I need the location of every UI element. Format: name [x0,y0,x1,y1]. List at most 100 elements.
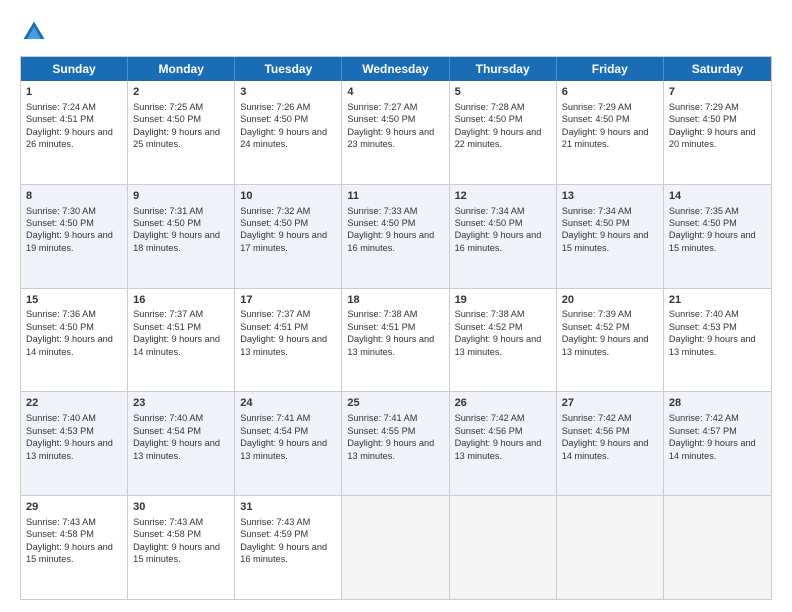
daylight-info: Daylight: 9 hours and 22 minutes. [455,127,542,149]
sunrise-info: Sunrise: 7:27 AM [347,102,417,112]
day-number: 19 [455,293,551,308]
day-cell-23: 23Sunrise: 7:40 AMSunset: 4:54 PMDayligh… [128,392,235,495]
day-cell-12: 12Sunrise: 7:34 AMSunset: 4:50 PMDayligh… [450,185,557,288]
sunset-info: Sunset: 4:54 PM [240,426,308,436]
sunset-info: Sunset: 4:50 PM [562,114,630,124]
sunset-info: Sunset: 4:51 PM [133,322,201,332]
daylight-info: Daylight: 9 hours and 16 minutes. [240,542,327,564]
day-cell-20: 20Sunrise: 7:39 AMSunset: 4:52 PMDayligh… [557,289,664,392]
day-cell-31: 31Sunrise: 7:43 AMSunset: 4:59 PMDayligh… [235,496,342,599]
cal-week-4: 22Sunrise: 7:40 AMSunset: 4:53 PMDayligh… [21,392,771,496]
day-number: 9 [133,189,229,204]
day-cell-13: 13Sunrise: 7:34 AMSunset: 4:50 PMDayligh… [557,185,664,288]
sunset-info: Sunset: 4:56 PM [562,426,630,436]
day-cell-16: 16Sunrise: 7:37 AM Sunset: 4:51 PM Dayligh… [128,289,235,392]
day-cell-8: 8Sunrise: 7:30 AMSunset: 4:50 PMDaylight… [21,185,128,288]
day-cell-26: 26Sunrise: 7:42 AMSunset: 4:56 PMDayligh… [450,392,557,495]
empty-cell [664,496,771,599]
sunrise-info: Sunrise: 7:31 AM [133,206,203,216]
day-number: 24 [240,396,336,411]
sunrise-info: Sunrise: 7:36 AM [26,309,96,319]
daylight-info: Daylight: 9 hours and 13 minutes. [240,438,327,460]
daylight-info: Daylight: 9 hours and 25 minutes. [133,127,220,149]
sunset-info: Sunset: 4:50 PM [455,114,523,124]
empty-cell [342,496,449,599]
daylight-info: Daylight: 9 hours and 26 minutes. [26,127,113,149]
sunset-info: Sunset: 4:50 PM [347,114,415,124]
weekday-header-wednesday: Wednesday [342,57,449,81]
sunrise-info: Sunrise: 7:41 AM [347,413,417,423]
day-number: 18 [347,293,443,308]
sunrise-info: Sunrise: 7:34 AM [455,206,525,216]
day-cell-5: 5Sunrise: 7:28 AMSunset: 4:50 PMDaylight… [450,81,557,184]
day-number: 5 [455,85,551,100]
calendar: SundayMondayTuesdayWednesdayThursdayFrid… [20,56,772,600]
sunset-info: Sunset: 4:59 PM [240,529,308,539]
sunset-info: Sunset: 4:51 PM [240,322,308,332]
logo [20,18,52,46]
day-cell-18: 18Sunrise: 7:38 AMSunset: 4:51 PMDayligh… [342,289,449,392]
sunset-info: Sunset: 4:50 PM [26,218,94,228]
sunrise-info: Sunrise: 7:39 AM [562,309,632,319]
day-cell-11: 11Sunrise: 7:33 AMSunset: 4:50 PMDayligh… [342,185,449,288]
day-cell-9: 9Sunrise: 7:31 AMSunset: 4:50 PMDaylight… [128,185,235,288]
sunrise-info: Sunrise: 7:42 AM [562,413,632,423]
sunrise-info: Sunrise: 7:42 AM [455,413,525,423]
daylight-info: Daylight: 9 hours and 23 minutes. [347,127,434,149]
day-number: 23 [133,396,229,411]
sunrise-info: Sunrise: 7:34 AM [562,206,632,216]
daylight-info: Daylight: 9 hours and 13 minutes. [347,438,434,460]
empty-cell [450,496,557,599]
day-number: 14 [669,189,766,204]
daylight-info: Daylight: 9 hours and 14 minutes. [133,334,220,356]
day-cell-7: 7 Sunrise: 7:29 AM Sunset: 4:50 PM Daylight… [664,81,771,184]
daylight-info: Daylight: 9 hours and 19 minutes. [26,230,113,252]
empty-cell [557,496,664,599]
day-number: 26 [455,396,551,411]
day-cell-1: 1 Sunrise: 7:24 AM Sunset: 4:51 PM Daylight… [21,81,128,184]
daylight-info: Daylight: 9 hours and 20 minutes. [669,127,756,149]
weekday-header-friday: Friday [557,57,664,81]
sunrise-info: Sunrise: 7:30 AM [26,206,96,216]
sunrise-info: Sunrise: 7:42 AM [669,413,739,423]
day-number: 4 [347,85,443,100]
sunrise-info: Sunrise: 7:37 AM [133,309,203,319]
sunrise-info: Sunrise: 7:33 AM [347,206,417,216]
day-number: 31 [240,500,336,515]
day-cell-15: 15Sunrise: 7:36 AMSunset: 4:50 PMDayligh… [21,289,128,392]
sunrise-info: Sunrise: 7:26 AM [240,102,310,112]
sunrise-info: Sunrise: 7:43 AM [133,517,203,527]
sunset-info: Sunset: 4:50 PM [669,218,737,228]
daylight-info: Daylight: 9 hours and 15 minutes. [562,230,649,252]
sunrise-info: Sunrise: 7:29 AM [669,102,739,112]
day-number: 13 [562,189,658,204]
day-number: 6 [562,85,658,100]
sunrise-info: Sunrise: 7:40 AM [133,413,203,423]
day-number: 1 [26,85,122,100]
page: SundayMondayTuesdayWednesdayThursdayFrid… [0,0,792,612]
day-number: 16 [133,293,229,308]
sunset-info: Sunset: 4:55 PM [347,426,415,436]
sunset-info: Sunset: 4:50 PM [455,218,523,228]
day-number: 15 [26,293,122,308]
day-number: 30 [133,500,229,515]
sunrise-info: Sunrise: 7:37 AM [240,309,310,319]
daylight-info: Daylight: 9 hours and 18 minutes. [133,230,220,252]
day-number: 21 [669,293,766,308]
daylight-info: Daylight: 9 hours and 16 minutes. [455,230,542,252]
sunrise-info: Sunrise: 7:41 AM [240,413,310,423]
sunrise-info: Sunrise: 7:24 AM [26,102,96,112]
sunset-info: Sunset: 4:51 PM [26,114,94,124]
sunset-info: Sunset: 4:51 PM [347,322,415,332]
day-number: 17 [240,293,336,308]
daylight-info: Daylight: 9 hours and 14 minutes. [669,438,756,460]
sunset-info: Sunset: 4:50 PM [240,114,308,124]
daylight-info: Daylight: 9 hours and 13 minutes. [562,334,649,356]
sunrise-info: Sunrise: 7:38 AM [455,309,525,319]
day-cell-22: 22Sunrise: 7:40 AMSunset: 4:53 PMDayligh… [21,392,128,495]
day-cell-4: 4 Sunrise: 7:27 AM Sunset: 4:50 PM Daylight… [342,81,449,184]
sunset-info: Sunset: 4:52 PM [455,322,523,332]
day-number: 7 [669,85,766,100]
daylight-info: Daylight: 9 hours and 14 minutes. [26,334,113,356]
sunset-info: Sunset: 4:50 PM [669,114,737,124]
